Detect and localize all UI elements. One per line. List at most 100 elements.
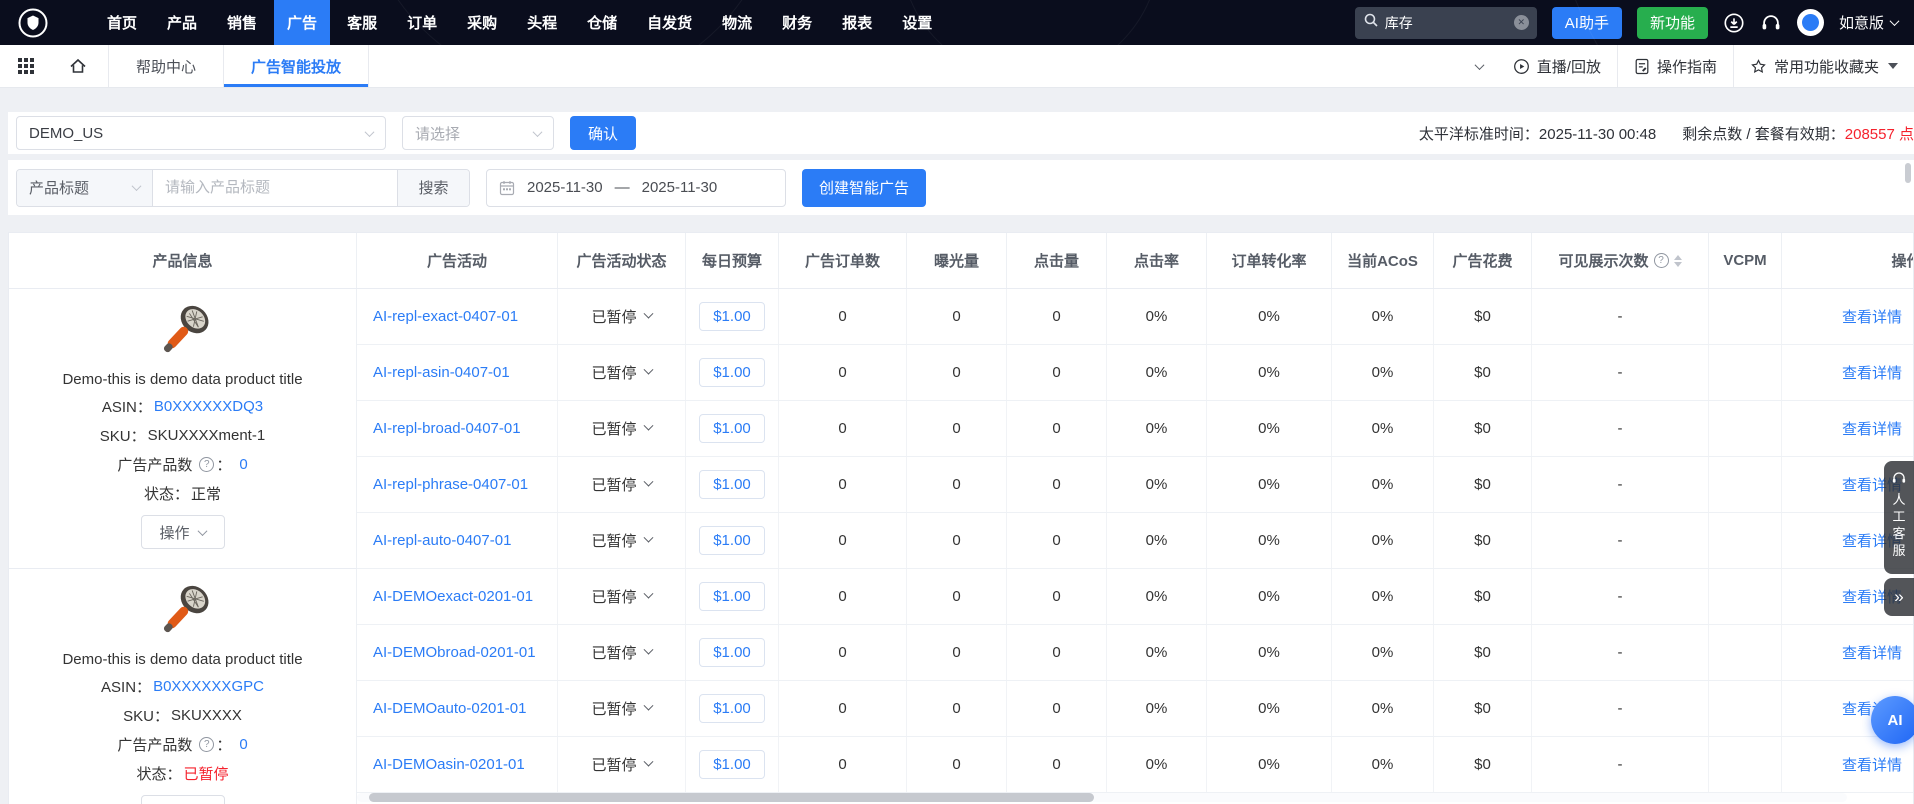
detail-cell: 查看详情 [1782,737,1914,792]
customer-service-widget[interactable]: 人工客服 [1884,461,1914,574]
favorites-menu[interactable]: 常用功能收藏夹 [1733,45,1914,87]
campaign-status-dropdown[interactable]: 已暂停 [558,513,686,568]
question-circle-icon[interactable]: ? [1654,253,1669,268]
budget-value-button[interactable]: $1.00 [699,694,765,723]
campaign-status-dropdown[interactable]: 已暂停 [558,401,686,456]
campaign-cell: AI-DEMOexact-0201-01 [357,569,558,624]
topnav-item[interactable]: 首页 [94,0,150,45]
ad-products-count-link[interactable]: 0 [239,736,247,753]
collapse-panel-button[interactable]: » [1884,578,1914,616]
global-search-box[interactable]: ✕ [1355,7,1537,39]
campaign-name-link[interactable]: AI-repl-broad-0407-01 [373,420,521,437]
topnav-item[interactable]: 自发货 [634,0,705,45]
view-detail-link[interactable]: 查看详情 [1842,642,1902,663]
user-avatar[interactable] [1797,9,1824,36]
campaign-status-dropdown[interactable]: 已暂停 [558,737,686,792]
search-field-select[interactable]: 产品标题 [17,170,153,206]
topnav-item[interactable]: 仓储 [574,0,630,45]
topnav-item[interactable]: 头程 [514,0,570,45]
view-detail-link[interactable]: 查看详情 [1842,306,1902,327]
campaign-name-link[interactable]: AI-DEMOasin-0201-01 [373,756,525,773]
topnav-item[interactable]: 订单 [394,0,450,45]
campaign-name-link[interactable]: AI-repl-auto-0407-01 [373,532,511,549]
campaign-name-link[interactable]: AI-DEMOexact-0201-01 [373,588,533,605]
view-detail-link[interactable]: 查看详情 [1842,418,1902,439]
download-icon[interactable] [1723,12,1745,34]
asin-link[interactable]: B0XXXXXXGPC [153,678,264,695]
search-input[interactable] [1385,15,1508,31]
horizontal-scrollbar-track[interactable] [357,793,1847,802]
clear-search-icon[interactable]: ✕ [1514,15,1529,30]
home-icon[interactable] [66,54,90,78]
product-group: Demo-this is demo data product title ASI… [9,289,1913,569]
product-action-button[interactable]: 操作 [141,795,225,804]
product-title-input[interactable] [153,170,397,206]
ad-orders-cell: 0 [779,401,907,456]
tab-help-center[interactable]: 帮助中心 [109,45,223,87]
ctr-cell: 0% [1107,401,1207,456]
budget-value-button[interactable]: $1.00 [699,302,765,331]
date-range-picker[interactable]: 2025-11-30 — 2025-11-30 [486,169,786,207]
campaign-name-link[interactable]: AI-DEMObroad-0201-01 [373,644,536,661]
ad-products-count-link[interactable]: 0 [239,456,247,473]
tab-smart-ad-placement[interactable]: 广告智能投放 [224,45,368,87]
confirm-button[interactable]: 确认 [570,116,636,150]
asin-link[interactable]: B0XXXXXXDQ3 [154,398,263,415]
view-detail-link[interactable]: 查看详情 [1842,754,1902,775]
collapse-chevron-icon[interactable] [1474,60,1484,70]
secondary-select[interactable]: 请选择 [402,116,554,150]
vertical-scrollbar-thumb[interactable] [1905,163,1911,183]
campaign-status-dropdown[interactable]: 已暂停 [558,457,686,512]
topnav-item[interactable]: 设置 [889,0,945,45]
campaign-name-link[interactable]: AI-repl-phrase-0407-01 [373,476,528,493]
ai-floating-button[interactable]: AI [1871,696,1914,744]
budget-value-button[interactable]: $1.00 [699,638,765,667]
topnav-item[interactable]: 客服 [334,0,390,45]
sort-icon[interactable] [1674,255,1682,267]
search-button[interactable]: 搜索 [397,170,469,206]
app-logo-icon[interactable] [16,6,50,40]
horizontal-scrollbar-thumb[interactable] [369,793,1094,802]
topnav-item[interactable]: 物流 [709,0,765,45]
budget-value-button[interactable]: $1.00 [699,750,765,779]
topnav-item[interactable]: 广告 [274,0,330,45]
campaign-status-dropdown[interactable]: 已暂停 [558,625,686,680]
version-selector[interactable]: 如意版 [1839,12,1898,33]
product-info-cell: Demo-this is demo data product title ASI… [9,289,357,569]
campaign-row: AI-repl-asin-0407-01 已暂停 $1.00 0 0 0 0% … [357,345,1914,401]
budget-value-button[interactable]: $1.00 [699,526,765,555]
date-end: 2025-11-30 [642,179,718,196]
view-detail-link[interactable]: 查看详情 [1842,362,1902,383]
live-replay-link[interactable]: 直播/回放 [1497,45,1617,87]
campaign-status-dropdown[interactable]: 已暂停 [558,681,686,736]
topnav-item[interactable]: 销售 [214,0,270,45]
campaign-status-dropdown[interactable]: 已暂停 [558,345,686,400]
campaign-status-dropdown[interactable]: 已暂停 [558,289,686,344]
budget-value-button[interactable]: $1.00 [699,470,765,499]
ai-assistant-button[interactable]: AI助手 [1552,7,1622,39]
store-select[interactable]: DEMO_US [16,116,386,150]
budget-value-button[interactable]: $1.00 [699,582,765,611]
question-circle-icon[interactable]: ? [199,457,214,472]
create-smart-ad-button[interactable]: 创建智能广告 [802,169,926,207]
apps-grid-icon[interactable] [14,54,38,78]
clicks-cell: 0 [1007,737,1107,792]
campaign-status-dropdown[interactable]: 已暂停 [558,569,686,624]
ctr-cell: 0% [1107,569,1207,624]
topnav-item[interactable]: 报表 [829,0,885,45]
product-action-button[interactable]: 操作 [141,515,225,549]
campaign-name-link[interactable]: AI-DEMOauto-0201-01 [373,700,526,717]
topnav-item[interactable]: 采购 [454,0,510,45]
campaign-name-link[interactable]: AI-repl-asin-0407-01 [373,364,510,381]
new-feature-button[interactable]: 新功能 [1637,7,1708,39]
budget-value-button[interactable]: $1.00 [699,358,765,387]
topnav-item[interactable]: 产品 [154,0,210,45]
question-circle-icon[interactable]: ? [199,737,214,752]
campaign-name-link[interactable]: AI-repl-exact-0407-01 [373,308,518,325]
campaign-cell: AI-repl-broad-0407-01 [357,401,558,456]
operation-guide-link[interactable]: 操作指南 [1617,45,1733,87]
budget-value-button[interactable]: $1.00 [699,414,765,443]
clicks-cell: 0 [1007,513,1107,568]
topnav-item[interactable]: 财务 [769,0,825,45]
headset-icon[interactable] [1760,12,1782,34]
